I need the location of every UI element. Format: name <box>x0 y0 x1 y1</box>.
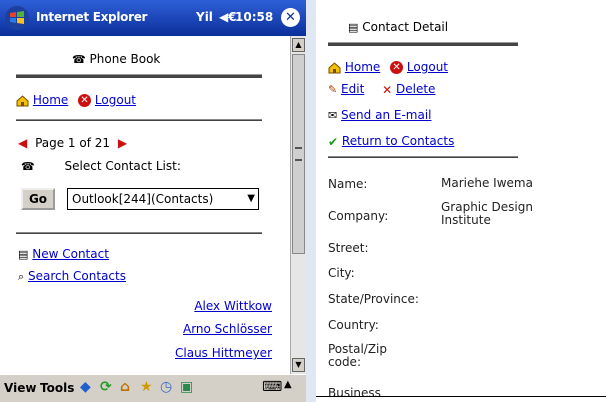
home-icon <box>16 94 29 106</box>
pager: ◀ Page 1 of 21 ▶ <box>18 136 127 150</box>
nav-links: Home ✕ Logout <box>16 93 136 107</box>
back-icon[interactable]: ◆ <box>80 379 91 395</box>
tools-menu[interactable]: Tools <box>40 381 74 395</box>
field-label-city: City: <box>328 266 355 280</box>
home-link[interactable]: Home <box>345 60 380 74</box>
page-title-text: Phone Book <box>89 52 161 66</box>
search-contacts-row: ⌕ Search Contacts <box>18 269 126 284</box>
contact-detail-screen: ▤ Contact Detail Home ✕ Logout ✎ Edit ✕ … <box>316 0 606 402</box>
field-label-state: State/Province: <box>328 292 419 306</box>
contact-card-icon: ▤ <box>348 21 359 34</box>
contact-link[interactable]: Alex Wittkow <box>194 299 272 313</box>
history-icon[interactable]: ◷ <box>160 379 172 395</box>
logout-link[interactable]: Logout <box>407 60 448 74</box>
logout-icon: ✕ <box>390 61 404 74</box>
phone-book-icon: ☎ <box>21 160 35 173</box>
previous-page-icon[interactable]: ◀ <box>18 136 27 150</box>
keyboard-icon[interactable]: ⌨ <box>262 379 282 395</box>
logout-icon: ✕ <box>78 94 92 107</box>
select-contact-list-label: Select Contact List: <box>64 159 181 173</box>
page-title: ▤ Contact Detail <box>348 20 448 34</box>
page-indicator: Page 1 of 21 <box>35 136 111 150</box>
contact-list-select[interactable]: Outlook[244](Contacts) ▼ <box>67 188 259 210</box>
edit-link[interactable]: Edit <box>341 82 364 96</box>
edit-delete-row: ✎ Edit ✕ Delete <box>328 82 435 97</box>
email-icon: ✉ <box>328 109 338 122</box>
cropped-edge <box>316 396 606 402</box>
windows-start-icon[interactable] <box>4 5 30 31</box>
fullscreen-icon[interactable]: ▣ <box>180 379 193 395</box>
field-value-name: Mariehe Iwema <box>441 176 533 190</box>
clock[interactable]: 10:58 <box>235 10 273 24</box>
bottom-menu-bar: View Tools ◆ ⟳ ⌂ ★ ◷ ▣ ⌨ ▲ <box>0 374 306 402</box>
logout-link[interactable]: Logout <box>95 93 136 107</box>
go-button[interactable]: Go <box>21 188 55 210</box>
phone-book-screen: Internet Explorer Yil ◀€ 10:58 ✕ ☎ Phone… <box>0 0 306 402</box>
page-title: ☎ Phone Book <box>72 52 160 66</box>
send-email-link[interactable]: Send an E-mail <box>341 108 431 122</box>
volume-icon[interactable]: ◀€ <box>219 10 237 24</box>
contact-card-icon: ▤ <box>18 248 29 261</box>
refresh-icon[interactable]: ⟳ <box>100 379 112 395</box>
home-icon <box>328 61 341 73</box>
view-menu[interactable]: View <box>4 381 36 395</box>
phone-book-icon: ☎ <box>72 53 86 66</box>
contact-link[interactable]: Arno Schlösser <box>183 322 272 336</box>
home-link[interactable]: Home <box>33 93 68 107</box>
vertical-scrollbar[interactable]: ▲ ▼ <box>290 36 306 374</box>
contact-list-selected: Outlook[244](Contacts) <box>72 192 214 206</box>
field-label-street: Street: <box>328 241 369 255</box>
scroll-up-icon[interactable]: ▲ <box>292 38 305 52</box>
close-icon[interactable]: ✕ <box>281 8 300 27</box>
send-email-row: ✉ Send an E-mail <box>328 108 431 122</box>
favorites-icon[interactable]: ★ <box>140 379 153 395</box>
field-label-company: Company: <box>328 209 389 223</box>
divider <box>16 74 262 78</box>
delete-link[interactable]: Delete <box>396 82 435 96</box>
divider <box>328 42 518 46</box>
divider <box>16 119 262 121</box>
field-label-postal: Postal/Zip code: <box>328 342 388 369</box>
contact-link[interactable]: Claus Hittmeyer <box>175 346 272 360</box>
return-to-contacts-link[interactable]: Return to Contacts <box>342 134 454 148</box>
scroll-thumb[interactable] <box>292 54 305 254</box>
next-page-icon[interactable]: ▶ <box>118 136 127 150</box>
return-row: ✔ Return to Contacts <box>328 134 454 149</box>
checkmark-icon: ✔ <box>328 134 339 149</box>
select-contact-list-row: ☎ Select Contact List: <box>21 159 181 173</box>
input-menu-icon[interactable]: ▲ <box>284 379 292 390</box>
field-label-country: Country: <box>328 318 379 332</box>
search-icon: ⌕ <box>18 269 25 283</box>
home-logout-row: Home ✕ Logout <box>328 60 448 74</box>
chevron-down-icon: ▼ <box>247 193 255 204</box>
app-title: Internet Explorer <box>36 10 148 24</box>
title-bar: Internet Explorer Yil ◀€ 10:58 ✕ <box>0 0 306 36</box>
edit-icon: ✎ <box>328 83 338 96</box>
home-icon[interactable]: ⌂ <box>120 379 130 395</box>
divider <box>328 156 518 158</box>
page-title-text: Contact Detail <box>362 20 449 34</box>
new-contact-link[interactable]: New Contact <box>32 247 109 261</box>
scroll-down-icon[interactable]: ▼ <box>292 358 305 372</box>
divider <box>16 232 262 234</box>
new-contact-row: ▤ New Contact <box>18 247 109 261</box>
delete-icon: ✕ <box>382 82 393 97</box>
search-contacts-link[interactable]: Search Contacts <box>28 269 126 283</box>
field-label-name: Name: <box>328 177 368 191</box>
field-value-company: Graphic Design Institute <box>441 200 533 227</box>
signal-icon[interactable]: Yil <box>196 10 213 24</box>
